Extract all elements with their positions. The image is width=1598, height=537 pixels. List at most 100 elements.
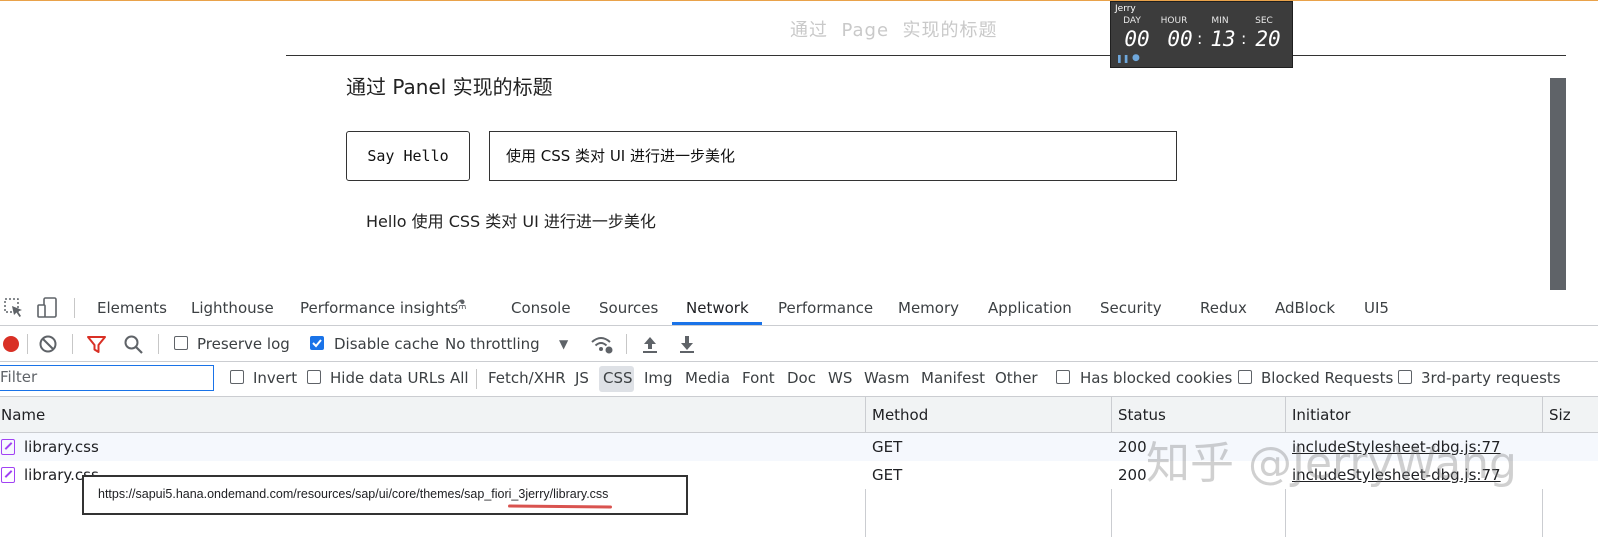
filter-input[interactable]: Filter bbox=[0, 365, 214, 391]
flask-icon: ⚗ bbox=[455, 298, 467, 313]
separator bbox=[27, 334, 28, 354]
type-filter-js[interactable]: JS bbox=[575, 369, 589, 387]
timer-value-hour: 00 bbox=[1167, 27, 1193, 51]
panel-title: 通过 Panel 实现的标题 bbox=[346, 75, 553, 99]
chat-icon[interactable]: ● bbox=[1132, 53, 1140, 63]
network-filter-bar: Filter Invert Hide data URLs All Fetch/X… bbox=[0, 362, 1598, 397]
separator bbox=[626, 334, 627, 354]
tab-security[interactable]: Security bbox=[1100, 299, 1162, 317]
countdown-timer: Jerry DAY HOUR MIN SEC 00 00 : 13 : 20 ❚… bbox=[1110, 1, 1293, 68]
top-border bbox=[0, 0, 1598, 1]
type-filter-img[interactable]: Img bbox=[644, 369, 673, 387]
timer-label-hour: HOUR bbox=[1160, 16, 1188, 26]
url-tooltip: https://sapui5.hana.ondemand.com/resourc… bbox=[82, 475, 688, 515]
tab-memory[interactable]: Memory bbox=[898, 299, 959, 317]
css-file-icon bbox=[1, 439, 15, 455]
timer-value-sec: 20 bbox=[1255, 27, 1281, 51]
tab-application[interactable]: Application bbox=[988, 299, 1072, 317]
network-toolbar: Preserve log Disable cache No throttling… bbox=[0, 326, 1598, 362]
type-filter-fetch-xhr[interactable]: Fetch/XHR bbox=[488, 369, 566, 387]
row-method: GET bbox=[872, 466, 903, 484]
timer-colon: : bbox=[1197, 29, 1203, 48]
watermark: 知乎 @JerryWang bbox=[1146, 438, 1517, 489]
say-hello-button[interactable]: Say Hello bbox=[346, 131, 470, 181]
timer-label-day: DAY bbox=[1123, 16, 1141, 26]
preserve-log-checkbox[interactable] bbox=[174, 336, 188, 350]
devtools-panel: Elements Lighthouse Performance insights… bbox=[0, 290, 1598, 537]
row-status: 200 bbox=[1118, 438, 1147, 456]
export-har-icon[interactable] bbox=[677, 334, 697, 354]
devtools-tab-bar: Elements Lighthouse Performance insights… bbox=[0, 290, 1598, 326]
active-tab-indicator bbox=[672, 322, 762, 325]
tab-redux[interactable]: Redux bbox=[1200, 299, 1247, 317]
timer-value-min: 13 bbox=[1210, 27, 1236, 51]
column-name[interactable]: Name bbox=[1, 406, 45, 424]
type-filter-wasm[interactable]: Wasm bbox=[864, 369, 910, 387]
text-input[interactable]: 使用 CSS 类对 UI 进行进一步美化 bbox=[489, 131, 1177, 181]
type-filter-other[interactable]: Other bbox=[995, 369, 1038, 387]
hide-data-urls-checkbox[interactable] bbox=[307, 370, 321, 384]
separator bbox=[158, 334, 159, 354]
blocked-requests-label: Blocked Requests bbox=[1261, 369, 1394, 387]
tab-performance[interactable]: Performance bbox=[778, 299, 873, 317]
has-blocked-cookies-label: Has blocked cookies bbox=[1080, 369, 1233, 387]
row-name: library.css bbox=[24, 438, 99, 456]
import-har-icon[interactable] bbox=[640, 334, 660, 354]
hello-text: Hello 使用 CSS 类对 UI 进行进一步美化 bbox=[366, 212, 656, 231]
invert-label: Invert bbox=[253, 369, 298, 387]
preserve-log-label: Preserve log bbox=[197, 335, 290, 353]
separator bbox=[74, 298, 75, 318]
css-file-icon bbox=[1, 467, 15, 483]
row-status: 200 bbox=[1118, 466, 1147, 484]
column-initiator[interactable]: Initiator bbox=[1292, 406, 1351, 424]
tab-elements[interactable]: Elements bbox=[97, 299, 167, 317]
throttling-select[interactable]: No throttling bbox=[445, 335, 540, 353]
app-scrollbar[interactable] bbox=[1550, 78, 1566, 293]
filter-icon[interactable] bbox=[86, 334, 108, 356]
timer-value-day: 00 bbox=[1124, 27, 1150, 51]
search-icon[interactable] bbox=[123, 334, 145, 356]
timer-name: Jerry bbox=[1115, 4, 1136, 14]
separator bbox=[72, 334, 73, 354]
tab-network[interactable]: Network bbox=[686, 299, 749, 317]
tab-console[interactable]: Console bbox=[511, 299, 571, 317]
chevron-down-icon[interactable]: ▼ bbox=[559, 337, 568, 351]
title-divider bbox=[286, 55, 1566, 56]
page-title: 通过 Page 实现的标题 bbox=[790, 20, 998, 41]
pause-icon[interactable]: ❚❚ bbox=[1116, 54, 1129, 63]
type-filter-font[interactable]: Font bbox=[742, 369, 775, 387]
invert-checkbox[interactable] bbox=[230, 370, 244, 384]
third-party-label: 3rd-party requests bbox=[1421, 369, 1561, 387]
network-conditions-icon[interactable] bbox=[590, 334, 614, 356]
device-toolbar-icon[interactable] bbox=[36, 296, 60, 320]
type-filter-css[interactable]: CSS bbox=[603, 369, 633, 387]
has-blocked-cookies-checkbox[interactable] bbox=[1056, 370, 1070, 384]
tab-performance-insights[interactable]: Performance insights bbox=[300, 299, 458, 317]
clear-icon[interactable] bbox=[38, 334, 58, 354]
type-filter-doc[interactable]: Doc bbox=[787, 369, 816, 387]
checkmark-icon bbox=[312, 339, 322, 348]
record-icon[interactable] bbox=[1, 334, 21, 354]
tab-lighthouse[interactable]: Lighthouse bbox=[191, 299, 274, 317]
timer-label-min: MIN bbox=[1211, 16, 1229, 26]
type-filter-all[interactable]: All bbox=[450, 369, 469, 387]
hide-data-urls-label: Hide data URLs bbox=[330, 369, 446, 387]
tab-sources[interactable]: Sources bbox=[599, 299, 658, 317]
disable-cache-label: Disable cache bbox=[334, 335, 439, 353]
inspect-element-icon[interactable] bbox=[3, 297, 25, 319]
timer-label-sec: SEC bbox=[1255, 16, 1273, 26]
disable-cache-checkbox[interactable] bbox=[310, 336, 324, 350]
row-method: GET bbox=[872, 438, 903, 456]
tab-adblock[interactable]: AdBlock bbox=[1275, 299, 1335, 317]
type-filter-media[interactable]: Media bbox=[685, 369, 730, 387]
blocked-requests-checkbox[interactable] bbox=[1238, 370, 1252, 384]
column-size[interactable]: Siz bbox=[1549, 406, 1571, 424]
column-status[interactable]: Status bbox=[1118, 406, 1166, 424]
type-filter-ws[interactable]: WS bbox=[828, 369, 852, 387]
tab-ui5[interactable]: UI5 bbox=[1364, 299, 1389, 317]
timer-colon: : bbox=[1241, 29, 1247, 48]
third-party-checkbox[interactable] bbox=[1398, 370, 1412, 384]
column-method[interactable]: Method bbox=[872, 406, 928, 424]
separator bbox=[476, 369, 477, 389]
type-filter-manifest[interactable]: Manifest bbox=[921, 369, 985, 387]
